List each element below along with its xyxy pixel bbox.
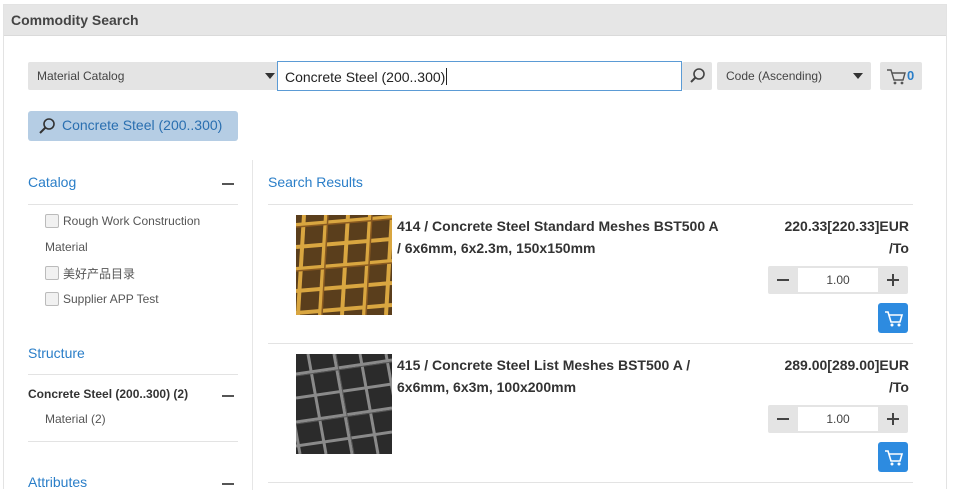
cart-icon — [887, 69, 906, 85]
price-value: 289.00[289.00]EUR — [784, 357, 909, 373]
product-name[interactable]: 414 / Concrete Steel Standard Meshes BST… — [397, 215, 742, 259]
structure-section-title[interactable]: Structure — [28, 345, 85, 361]
product-name-line: 414 / Concrete Steel Standard Meshes BST… — [397, 218, 719, 234]
product-name-line: 6x6mm, 6x3m, 100x200mm — [397, 379, 577, 395]
search-button[interactable] — [682, 62, 712, 90]
search-input[interactable]: Concrete Steel (200..300) — [277, 61, 682, 91]
cart-count: 0 — [907, 68, 915, 83]
minus-icon[interactable] — [777, 279, 789, 281]
product-name[interactable]: 415 / Concrete Steel List Meshes BST500 … — [397, 354, 742, 398]
divider — [28, 441, 238, 442]
divider — [268, 343, 913, 344]
product-name-line: / 6x6mm, 6x2.3m, 150x150mm — [397, 240, 596, 256]
text-cursor — [446, 68, 448, 85]
add-to-cart-button[interactable] — [878, 303, 908, 333]
panel-title: Commodity Search — [11, 12, 139, 28]
filter-chip-label: Concrete Steel (200..300) — [62, 117, 223, 133]
plus-icon-stem[interactable] — [892, 274, 894, 286]
structure-item[interactable]: Material (2) — [45, 412, 106, 426]
plus-icon-stem[interactable] — [892, 413, 894, 425]
product-image[interactable] — [296, 354, 392, 454]
catalog-item-label: Rough Work Construction — [63, 214, 201, 228]
divider — [28, 204, 238, 205]
cart-icon — [885, 311, 904, 327]
price-unit: /To — [889, 379, 909, 395]
search-input-value: Concrete Steel (200..300) — [285, 69, 446, 85]
collapse-catalog-icon[interactable] — [222, 183, 234, 185]
quantity-stepper: 1.00 — [768, 266, 908, 294]
product-price: 289.00[289.00]EUR /To — [759, 354, 909, 398]
catalog-section-title[interactable]: Catalog — [28, 174, 76, 190]
chevron-down-icon — [265, 73, 275, 79]
commodity-search-panel: Commodity Search Material Catalog Concre… — [3, 4, 947, 490]
title-bar: Commodity Search — [4, 5, 946, 36]
cart-button[interactable]: 0 — [880, 62, 922, 90]
search-icon — [39, 118, 55, 134]
divider — [28, 374, 238, 375]
quantity-input[interactable]: 1.00 — [798, 268, 878, 292]
sidebar-divider — [252, 160, 253, 490]
catalog-checkbox-rough-work[interactable] — [45, 214, 59, 228]
minus-icon[interactable] — [777, 418, 789, 420]
catalog-item-label-cont: Material — [45, 240, 88, 254]
product-name-line: 415 / Concrete Steel List Meshes BST500 … — [397, 357, 691, 373]
product-price: 220.33[220.33]EUR /To — [759, 215, 909, 259]
product-image[interactable] — [296, 215, 392, 315]
catalog-item-label: 美好产品目录 — [63, 267, 136, 281]
chevron-down-icon — [853, 73, 863, 79]
collapse-attributes-icon[interactable] — [222, 483, 234, 485]
sort-select[interactable]: Code (Ascending) — [717, 62, 871, 90]
collapse-structure-icon[interactable] — [222, 395, 234, 397]
add-to-cart-button[interactable] — [878, 442, 908, 472]
structure-item-selected[interactable]: Concrete Steel (200..300) (2) — [28, 387, 188, 401]
attributes-section-title[interactable]: Attributes — [28, 474, 87, 490]
price-unit: /To — [889, 240, 909, 256]
catalog-item-label: Supplier APP Test — [63, 292, 159, 306]
sort-select-label: Code (Ascending) — [726, 69, 823, 83]
quantity-stepper: 1.00 — [768, 405, 908, 433]
catalog-select-label: Material Catalog — [37, 69, 125, 83]
catalog-checkbox-product[interactable] — [45, 266, 59, 280]
catalog-select[interactable]: Material Catalog — [28, 62, 280, 90]
catalog-checkbox-supplier[interactable] — [45, 292, 59, 306]
divider — [268, 482, 913, 483]
results-title: Search Results — [268, 174, 363, 190]
quantity-input[interactable]: 1.00 — [798, 407, 878, 431]
search-icon — [690, 68, 705, 83]
divider — [268, 204, 913, 205]
active-filter-chip[interactable]: Concrete Steel (200..300) — [28, 111, 238, 141]
price-value: 220.33[220.33]EUR — [784, 218, 909, 234]
cart-icon — [885, 450, 904, 466]
